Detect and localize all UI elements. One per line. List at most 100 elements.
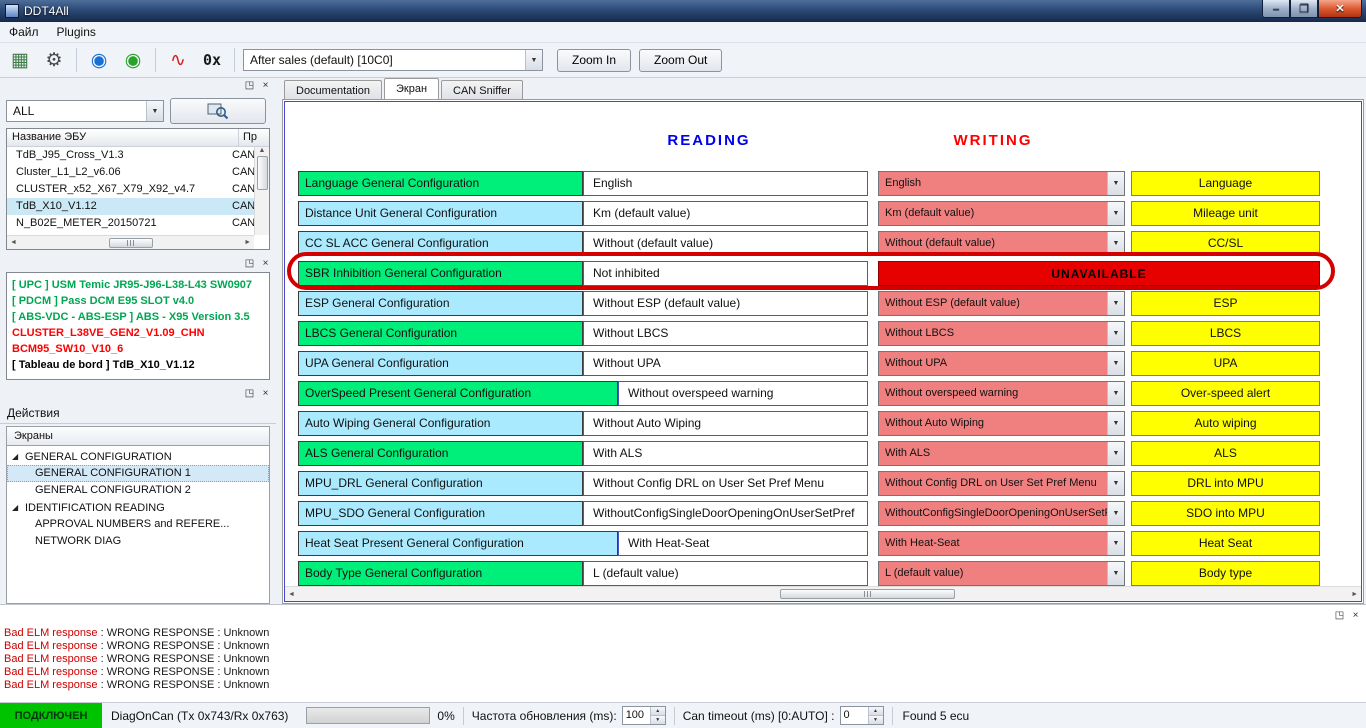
config-writing-dropdown[interactable]: Without Config DRL on User Set Pref Menu… — [878, 471, 1125, 496]
can-timeout-label: Can timeout (ms) [0:AUTO] : — [682, 708, 835, 723]
scroll-up-icon[interactable]: ▲ — [259, 147, 266, 154]
write-body-type-button[interactable]: Body type — [1131, 561, 1320, 586]
ecu-scan-icon[interactable]: ∿ — [164, 46, 192, 74]
dock-close-icon[interactable]: × — [259, 79, 272, 92]
write-esp-button[interactable]: ESP — [1131, 291, 1320, 316]
tree-group-identification-reading[interactable]: ◢ IDENTIFICATION READING — [7, 499, 269, 516]
config-writing-dropdown[interactable]: Without (default value) ▼ — [878, 231, 1125, 256]
spin-down-icon[interactable]: ▼ — [650, 715, 665, 724]
ecu-list-vertical-scrollbar[interactable]: ▲ — [254, 147, 269, 235]
refresh-rate-value[interactable]: 100 — [623, 707, 650, 724]
write-mileage-unit-button[interactable]: Mileage unit — [1131, 201, 1320, 226]
dock-float-icon[interactable]: ◳ — [1333, 609, 1346, 622]
dock-float-icon[interactable]: ◳ — [243, 79, 256, 92]
dock-close-icon[interactable]: × — [259, 387, 272, 400]
screen-horizontal-scrollbar[interactable]: ◄ ► — [285, 586, 1361, 601]
spin-up-icon[interactable]: ▲ — [650, 707, 665, 715]
tab-documentation[interactable]: Documentation — [284, 80, 382, 99]
zoom-out-button[interactable]: Zoom Out — [639, 48, 723, 72]
write-over-speed-alert-button[interactable]: Over-speed alert — [1131, 381, 1320, 406]
write-language-button[interactable]: Language — [1131, 171, 1320, 196]
minimize-button[interactable]: – — [1262, 0, 1290, 18]
settings-gears-icon[interactable]: ⚙ — [40, 46, 68, 74]
scrollbar-thumb[interactable] — [108, 237, 153, 248]
chevron-down-icon: ▼ — [1107, 202, 1124, 225]
connect-icon[interactable]: ◉ — [119, 46, 147, 74]
ecu-search-button[interactable] — [170, 98, 266, 124]
ecu-list-horizontal-scrollbar[interactable]: ◄ ► — [7, 235, 254, 249]
ecu-info-line: [ Tableau de bord ] TdB_X10_V1.12 — [12, 359, 195, 371]
close-button[interactable]: ✕ — [1318, 0, 1362, 18]
tree-item-approval-numbers-and-refere[interactable]: APPROVAL NUMBERS and REFERE... — [7, 516, 269, 533]
config-writing-dropdown[interactable]: L (default value) ▼ — [878, 561, 1125, 586]
menu-item-файл[interactable]: Файл — [0, 22, 48, 42]
config-writing-dropdown[interactable]: English ▼ — [878, 171, 1125, 196]
ecu-list-item[interactable]: Cluster_L1_L2_v6.06 CAN — [7, 164, 254, 181]
can-timeout-spinner[interactable]: 0 ▲ ▼ — [839, 706, 884, 725]
ecu-filter-dropdown[interactable]: ALL ▼ — [6, 100, 164, 122]
write-upa-button[interactable]: UPA — [1131, 351, 1320, 376]
ecu-list-item[interactable]: CLUSTER_x52_X67_X79_X92_v4.7 CAN — [7, 181, 254, 198]
config-writing-dropdown[interactable]: Without overspeed warning ▼ — [878, 381, 1125, 406]
config-writing-dropdown[interactable]: With ALS ▼ — [878, 441, 1125, 466]
tree-item-general-configuration-2[interactable]: GENERAL CONFIGURATION 2 — [7, 482, 269, 499]
toolbar: ▦ ⚙ ◉ ◉ ∿ 0x After sales (default) [10C0] ▼ Z… — [0, 43, 1366, 78]
config-writing-dropdown[interactable]: Without UPA ▼ — [878, 351, 1125, 376]
dock-close-icon[interactable]: × — [1349, 609, 1362, 622]
zoom-in-button[interactable]: Zoom In — [557, 48, 632, 72]
tab-экран[interactable]: Экран — [384, 78, 440, 99]
tree-item-general-configuration-1[interactable]: GENERAL CONFIGURATION 1 — [7, 465, 269, 482]
ecu-protocol: CAN — [232, 200, 254, 212]
dock-close-icon[interactable]: × — [259, 257, 272, 270]
refresh-rate-spinner[interactable]: 100 ▲ ▼ — [621, 706, 666, 725]
write-sdo-into-mpu-button[interactable]: SDO into MPU — [1131, 501, 1320, 526]
scroll-right-icon[interactable]: ► — [244, 239, 251, 246]
expert-mode-icon[interactable]: ▦ — [6, 46, 34, 74]
spin-up-icon[interactable]: ▲ — [868, 707, 883, 715]
write-lbcs-button[interactable]: LBCS — [1131, 321, 1320, 346]
scrollbar-thumb[interactable] — [779, 589, 955, 599]
menu-item-plugins[interactable]: Plugins — [48, 22, 105, 42]
write-als-button[interactable]: ALS — [1131, 441, 1320, 466]
write-heat-seat-button[interactable]: Heat Seat — [1131, 531, 1320, 556]
scrollbar-thumb[interactable] — [256, 156, 268, 190]
config-writing-dropdown[interactable]: Without Auto Wiping ▼ — [878, 411, 1125, 436]
ecu-list-item[interactable]: TdB_X10_V1.12 CAN — [7, 198, 254, 215]
config-row: Auto Wiping General Configuration Without… — [285, 411, 1361, 436]
tab-can-sniffer[interactable]: CAN Sniffer — [441, 80, 523, 99]
can-timeout-value[interactable]: 0 — [841, 707, 868, 724]
ecu-info-line: [ ABS-VDC - ABS-ESP ] ABS - X95 Version … — [12, 311, 250, 323]
tree-group-general-configuration[interactable]: ◢ GENERAL CONFIGURATION — [7, 448, 269, 465]
config-writing-dropdown[interactable]: WithoutConfigSingleDoorOpeningOnUserSetP… — [878, 501, 1125, 526]
scroll-left-icon[interactable]: ◄ — [10, 239, 17, 246]
config-writing-dropdown[interactable]: Without ESP (default value) ▼ — [878, 291, 1125, 316]
log-message: : WRONG RESPONSE : Unknown — [97, 640, 270, 652]
ecu-list-item[interactable]: TdB_J95_Cross_V1.3 CAN — [7, 147, 254, 164]
log-error-prefix: Bad ELM response — [4, 679, 98, 691]
tree-item-network-diag[interactable]: NETWORK DIAG — [7, 533, 269, 550]
window-controls: – ❐ ✕ — [1262, 0, 1362, 18]
config-row: OverSpeed Present General Configuration W… — [285, 381, 1361, 406]
screen-variant-dropdown[interactable]: After sales (default) [10C0] ▼ — [243, 49, 543, 71]
config-writing-dropdown[interactable]: With Heat-Seat ▼ — [878, 531, 1125, 556]
dock-float-icon[interactable]: ◳ — [243, 387, 256, 400]
write-cc-sl-button[interactable]: CC/SL — [1131, 231, 1320, 256]
write-drl-into-mpu-button[interactable]: DRL into MPU — [1131, 471, 1320, 496]
ecu-list-item[interactable]: N_B02E_METER_20150721 CAN — [7, 215, 254, 232]
config-writing-dropdown[interactable]: Without LBCS ▼ — [878, 321, 1125, 346]
scroll-right-icon[interactable]: ► — [1351, 591, 1358, 598]
config-writing-dropdown[interactable]: Km (default value) ▼ — [878, 201, 1125, 226]
config-writing-value: Without Auto Wiping — [885, 417, 985, 429]
web-source-icon[interactable]: ◉ — [85, 46, 113, 74]
ecu-name-column-header[interactable]: Название ЭБУ — [7, 129, 239, 146]
config-row: Language General Configuration English Eng… — [285, 171, 1361, 196]
ecu-protocol-column-header[interactable]: Пр — [239, 129, 269, 146]
scroll-left-icon[interactable]: ◄ — [288, 591, 295, 598]
console-log-lines: Bad ELM response : WRONG RESPONSE : Unkn… — [0, 605, 1366, 692]
hex-mode-icon[interactable]: 0x — [198, 46, 226, 74]
refresh-rate-label: Частота обновления (ms): — [471, 708, 617, 723]
maximize-button[interactable]: ❐ — [1290, 0, 1318, 18]
dock-float-icon[interactable]: ◳ — [243, 257, 256, 270]
spin-down-icon[interactable]: ▼ — [868, 715, 883, 724]
write-auto-wiping-button[interactable]: Auto wiping — [1131, 411, 1320, 436]
